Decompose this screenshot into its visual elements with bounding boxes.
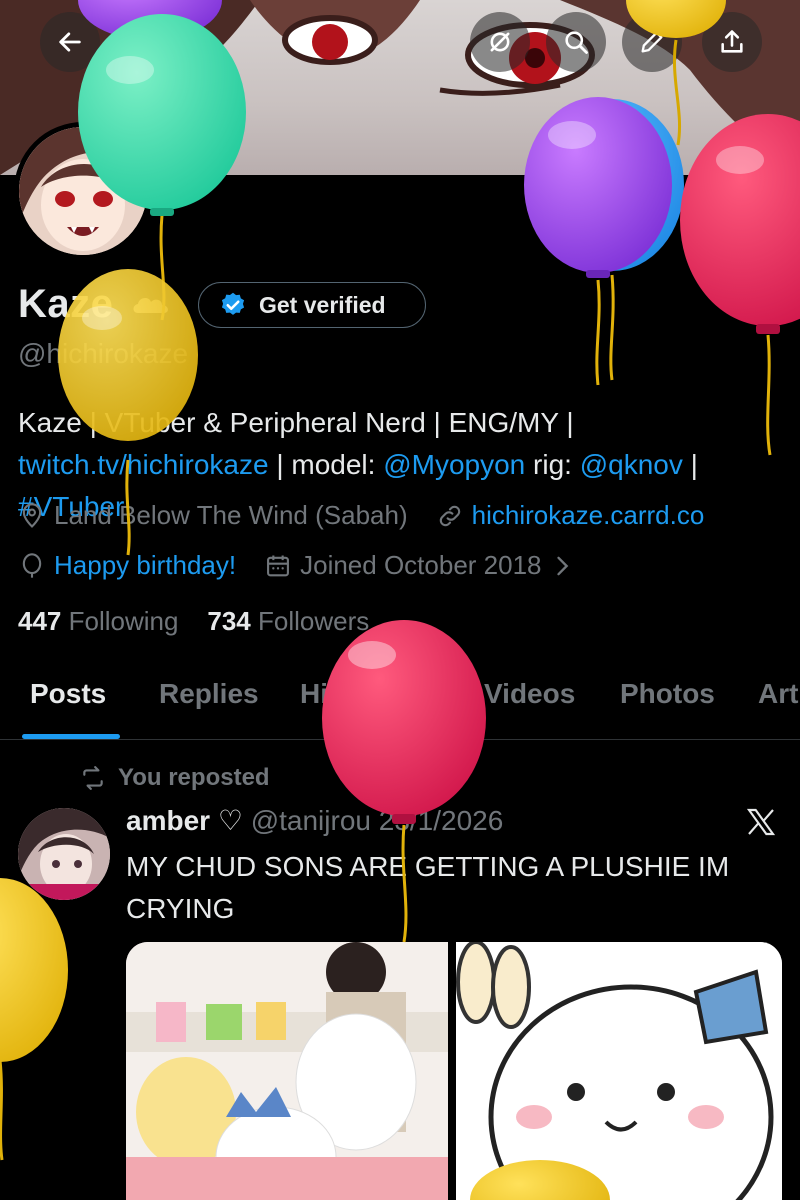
joined-text: Joined October 2018 bbox=[300, 550, 542, 580]
profile-meta-row-2: Happy birthday! Joined October 2018 bbox=[18, 550, 576, 581]
bio-text: Kaze | VTuber & Peripheral Nerd | ENG/MY… bbox=[18, 407, 574, 438]
post-image-2[interactable] bbox=[456, 942, 782, 1200]
search-button[interactable] bbox=[546, 12, 606, 72]
bio-text: | model: bbox=[268, 449, 384, 480]
arrow-left-icon bbox=[59, 32, 81, 52]
birthday-link[interactable]: Happy birthday! bbox=[54, 550, 236, 581]
chiikawa-illustration bbox=[456, 942, 782, 1200]
profile-avatar[interactable] bbox=[14, 122, 152, 260]
mute-button[interactable] bbox=[470, 12, 530, 72]
followers-label: Followers bbox=[257, 606, 370, 636]
plushie-photo bbox=[126, 942, 448, 1200]
profile-handle: @hichirokaze bbox=[18, 338, 189, 369]
post-text: MY CHUD SONS ARE GETTING A PLUSHIE IM CR… bbox=[126, 851, 730, 924]
tab-videos[interactable]: Videos bbox=[484, 678, 575, 710]
post-date[interactable]: 23/1/2026 bbox=[379, 805, 504, 836]
link-icon bbox=[439, 505, 460, 526]
post-author-name[interactable]: amber ♡ bbox=[126, 805, 243, 836]
tab-replies[interactable]: Replies bbox=[159, 678, 259, 710]
chevron-right-icon[interactable] bbox=[548, 552, 576, 580]
repost-indicator: You reposted bbox=[80, 764, 270, 792]
bio-text: | bbox=[682, 449, 698, 480]
post-avatar-art bbox=[18, 808, 110, 900]
search-icon bbox=[565, 31, 588, 54]
avatar-art bbox=[19, 127, 147, 255]
post-author-handle[interactable]: @tanijrou bbox=[251, 805, 371, 836]
share-button[interactable] bbox=[702, 12, 762, 72]
tab-highlights[interactable]: Highlights bbox=[300, 678, 437, 710]
balloon-yellow-bottom-left bbox=[0, 878, 68, 1062]
x-logo-icon bbox=[746, 808, 776, 836]
back-button[interactable] bbox=[40, 12, 100, 72]
post-image-1[interactable] bbox=[126, 942, 448, 1200]
following-count: 447 bbox=[18, 606, 62, 636]
post-header: amber ♡ @tanijrou 23/1/2026 bbox=[126, 804, 503, 837]
edit-icon bbox=[641, 31, 663, 53]
twitch-link[interactable]: twitch.tv/hichirokaze bbox=[18, 449, 269, 480]
profile-name: Kaze bbox=[18, 282, 114, 326]
website-link[interactable]: hichirokaze.carrd.co bbox=[472, 500, 705, 531]
location-icon bbox=[22, 502, 42, 528]
get-verified-label: Get verified bbox=[259, 291, 386, 318]
balloon-icon bbox=[22, 552, 42, 578]
calendar-icon bbox=[267, 555, 290, 576]
share-icon bbox=[721, 30, 743, 53]
mute-icon bbox=[490, 32, 510, 52]
bio-text: rig: bbox=[525, 449, 580, 480]
tab-photos[interactable]: Photos bbox=[620, 678, 715, 710]
follow-stats: 447 Following 734 Followers bbox=[18, 606, 369, 637]
followers-link[interactable]: 734 Followers bbox=[207, 606, 369, 636]
edit-button[interactable] bbox=[622, 12, 682, 72]
location-text: Land Below The Wind (Sabah) bbox=[54, 500, 408, 530]
followers-count: 734 bbox=[207, 606, 251, 636]
tab-posts[interactable]: Posts bbox=[30, 678, 106, 710]
repost-label: You reposted bbox=[118, 764, 270, 791]
profile-meta-row-1: Land Below The Wind (Sabah) hichirokaze.… bbox=[18, 500, 704, 531]
profile-tabs: Posts Replies Highlights Videos Photos A… bbox=[0, 660, 800, 740]
following-link[interactable]: 447 Following bbox=[18, 606, 178, 636]
tab-art[interactable]: Art bbox=[758, 678, 798, 710]
cloud-icon bbox=[133, 298, 168, 313]
post-author-avatar[interactable] bbox=[18, 808, 110, 900]
get-verified-button[interactable]: Get verified bbox=[198, 282, 426, 328]
verified-badge-icon bbox=[221, 292, 245, 315]
following-label: Following bbox=[68, 606, 179, 636]
repost-icon bbox=[83, 766, 103, 790]
model-mention-link[interactable]: @Myopyon bbox=[383, 449, 525, 480]
rig-mention-link[interactable]: @qknov bbox=[580, 449, 683, 480]
active-tab-indicator bbox=[22, 734, 120, 739]
